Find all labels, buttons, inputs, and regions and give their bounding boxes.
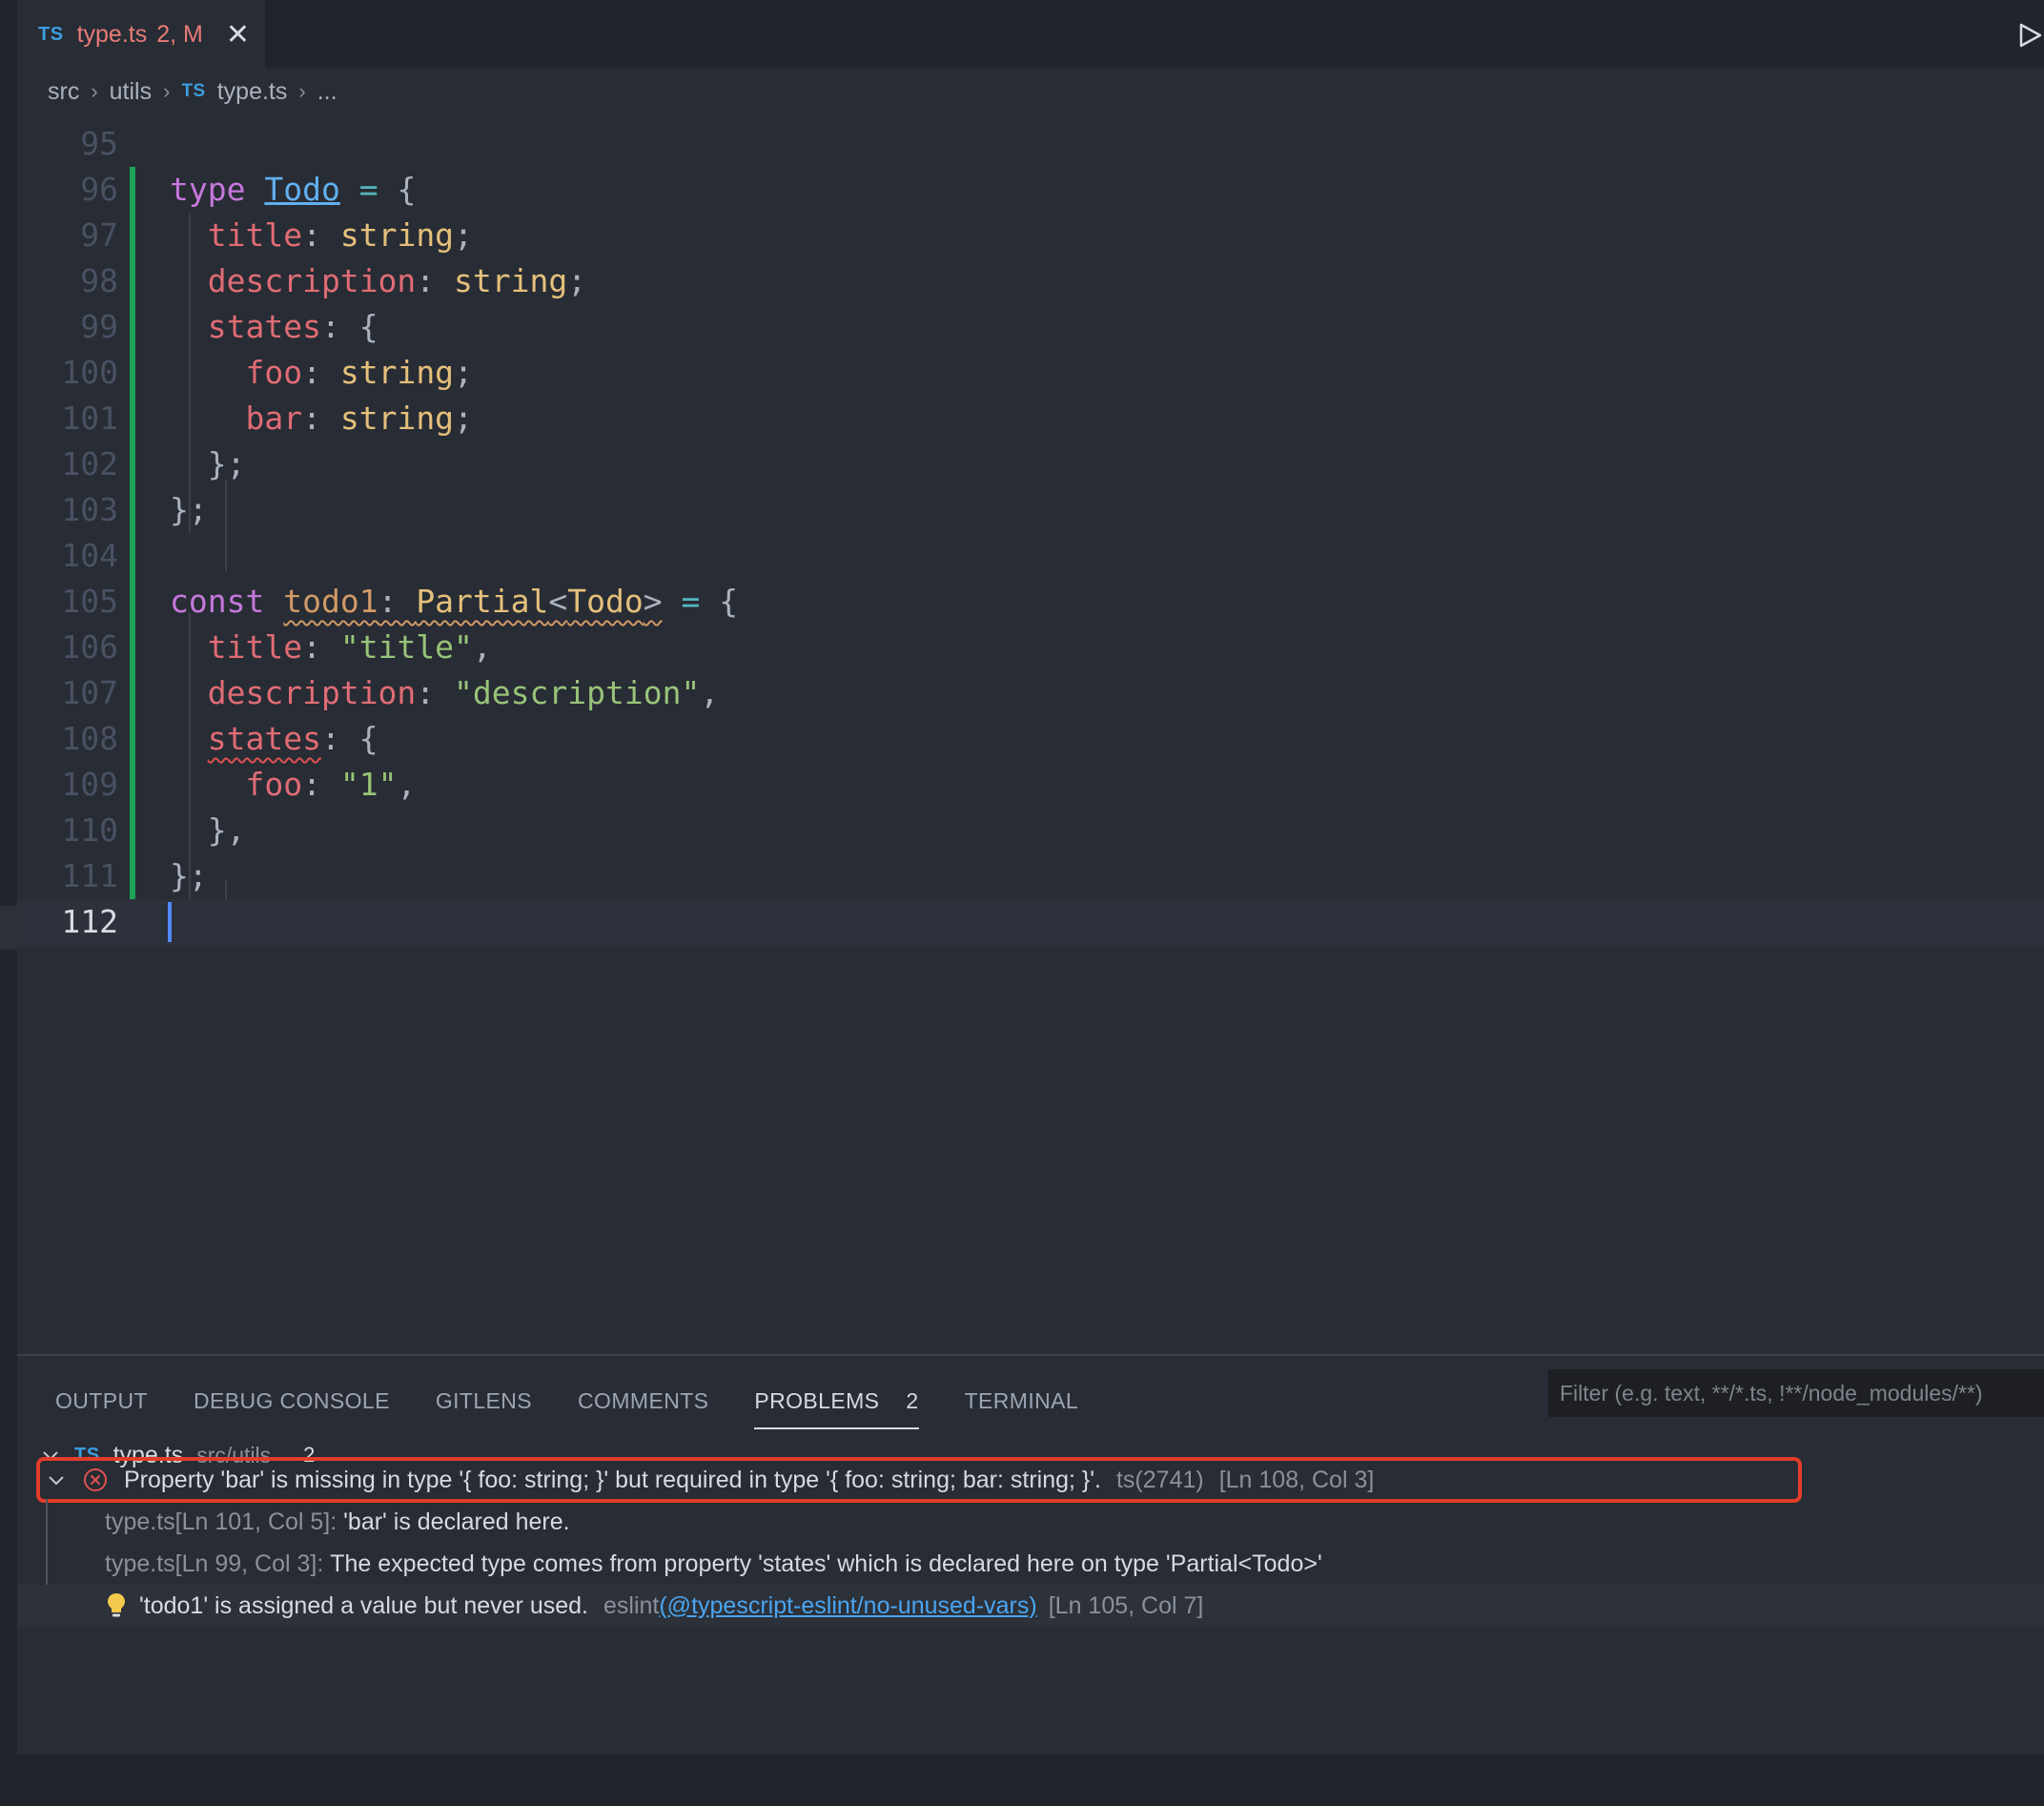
type-name-link[interactable]: Todo — [264, 171, 339, 208]
code-line: 98 description: string; — [80, 262, 587, 299]
typescript-file-icon: TS — [38, 23, 64, 45]
lightbulb-icon[interactable] — [105, 1591, 128, 1620]
warning-source: eslint — [603, 1591, 660, 1619]
tab-output[interactable]: OUTPUT — [55, 1388, 148, 1429]
code-line: 109 foo: "1", — [61, 766, 417, 803]
code-line: 105 const todo1: Partial<Todo> = { — [61, 583, 739, 620]
unused-variable[interactable]: todo1 — [283, 583, 378, 620]
tab-status-badge: 2, M — [156, 20, 203, 48]
code-editor[interactable]: 95 96 type Todo = { 97 title: string; 98… — [17, 114, 2044, 1354]
code-line: 97 title: string; — [80, 216, 473, 254]
code-line: 106 title: "title", — [61, 628, 492, 666]
related-info-item[interactable]: type.ts[Ln 99, Col 3]: The expected type… — [105, 1543, 1322, 1585]
problem-warning-item[interactable]: 'todo1' is assigned a value but never us… — [17, 1585, 2044, 1627]
bottom-panel: OUTPUT DEBUG CONSOLE GITLENS COMMENTS PR… — [17, 1354, 2044, 1755]
code-line: 103 }; — [61, 491, 208, 528]
eslint-rule-link[interactable]: (@typescript-eslint/no-unused-vars) — [659, 1592, 1036, 1619]
breadcrumb: src › utils › TS type.ts › ... — [48, 69, 337, 114]
tab-gitlens[interactable]: GITLENS — [436, 1388, 532, 1429]
close-icon[interactable]: ✕ — [226, 18, 250, 51]
code-line: 96 type Todo = { — [80, 171, 417, 208]
chevron-right-icon: › — [163, 79, 171, 103]
error-message: Property 'bar' is missing in type '{ foo… — [124, 1466, 1101, 1493]
code-line: 102 }; — [61, 445, 246, 482]
error-icon — [84, 1468, 107, 1491]
code-line: 104 — [61, 537, 118, 574]
tab-type-ts[interactable]: TS type.ts 2, M ✕ — [17, 0, 265, 69]
gutter-marker — [0, 906, 17, 950]
tab-terminal[interactable]: TERMINAL — [965, 1388, 1079, 1429]
breadcrumb-file[interactable]: type.ts — [217, 78, 288, 106]
code-line: 99 states: { — [80, 308, 378, 345]
problem-error-item[interactable]: Property 'bar' is missing in type '{ foo… — [46, 1459, 1374, 1501]
warning-location: [Ln 105, Col 7] — [1048, 1591, 1204, 1619]
error-code: ts(2741) — [1115, 1466, 1204, 1493]
breadcrumb-src[interactable]: src — [48, 78, 79, 106]
run-icon[interactable] — [2015, 21, 2044, 50]
error-property[interactable]: states — [208, 720, 321, 757]
panel-tabs: OUTPUT DEBUG CONSOLE GITLENS COMMENTS PR… — [55, 1388, 1078, 1429]
activity-gutter — [0, 0, 17, 1755]
code-line: 107 description: "description", — [61, 674, 720, 711]
error-location: [Ln 108, Col 3] — [1218, 1466, 1375, 1493]
breadcrumb-more[interactable]: ... — [317, 78, 337, 106]
code-line: 108 states: { — [61, 720, 378, 757]
tab-label: type.ts — [76, 20, 148, 48]
text-cursor — [168, 902, 172, 942]
chevron-right-icon: › — [298, 79, 306, 103]
tab-comments[interactable]: COMMENTS — [578, 1388, 708, 1429]
code-line: 101 bar: string; — [61, 400, 473, 437]
chevron-down-icon[interactable] — [46, 1469, 67, 1490]
code-line-current: 112 — [17, 899, 2044, 945]
problems-filter-input[interactable]: Filter (e.g. text, **/*.ts, !**/node_mod… — [1548, 1369, 2044, 1417]
warning-message: 'todo1' is assigned a value but never us… — [139, 1591, 588, 1619]
tab-bar: TS type.ts 2, M ✕ — [17, 0, 2044, 69]
code-line: 95 — [80, 125, 118, 162]
code-line: 110 }, — [61, 811, 246, 849]
typescript-file-icon: TS — [181, 81, 206, 101]
tab-problems[interactable]: PROBLEMS 2 — [754, 1388, 919, 1429]
status-strip — [0, 1755, 2044, 1806]
chevron-right-icon: › — [91, 79, 98, 103]
code-line: 100 foo: string; — [61, 354, 473, 391]
code-line: 111 }; — [61, 857, 208, 894]
breadcrumb-utils[interactable]: utils — [110, 78, 152, 106]
problems-count-badge: 2 — [906, 1388, 919, 1413]
tab-debug-console[interactable]: DEBUG CONSOLE — [194, 1388, 390, 1429]
related-info-item[interactable]: type.ts[Ln 101, Col 5]: 'bar' is declare… — [105, 1501, 570, 1543]
